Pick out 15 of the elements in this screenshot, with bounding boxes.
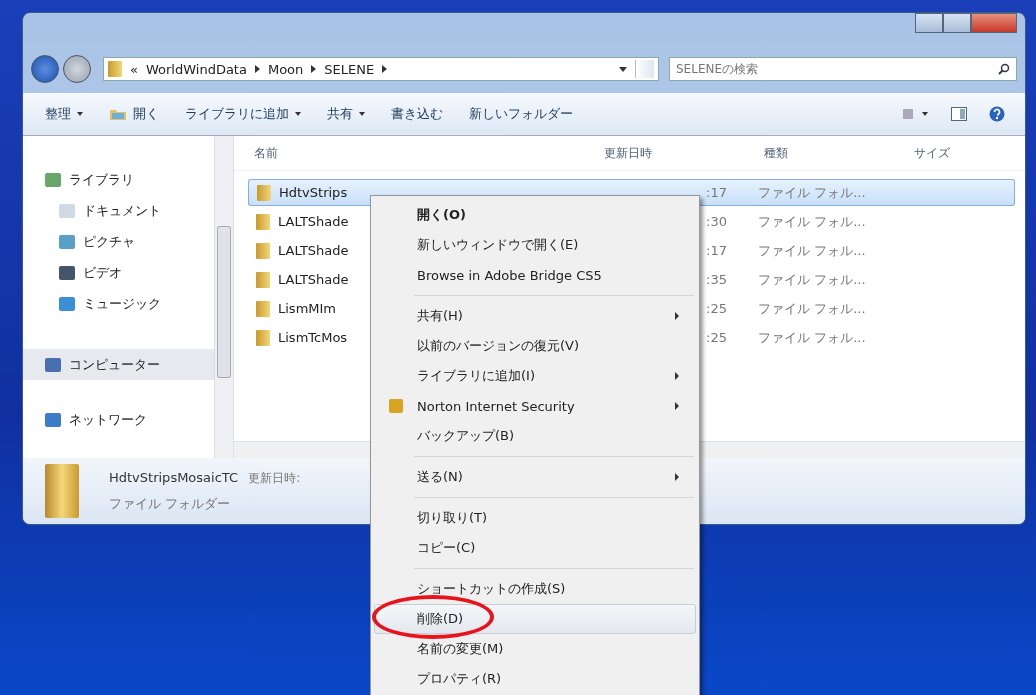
date-cell-text: :25 xyxy=(705,329,728,347)
type-cell-text: ファイル フォル... xyxy=(758,299,867,318)
file-type: ファイル フォルダー xyxy=(109,494,232,513)
date-cell-text: :30 xyxy=(705,213,728,231)
type-cell-text: ファイル フォル... xyxy=(758,212,867,231)
file-name: HdtvStripsMosaicTC xyxy=(109,469,239,485)
date-cell-text: :17 xyxy=(705,242,728,260)
meta-label: 更新日時: xyxy=(248,470,301,485)
date-cell-text: :25 xyxy=(705,300,728,318)
type-cell: ファイル フォル... xyxy=(758,179,1015,206)
date-cell: :17 xyxy=(702,179,758,206)
type-cell-text: ファイル フォル... xyxy=(758,270,867,289)
type-cell-text: ファイル フォル... xyxy=(758,328,867,347)
date-cell-text: :35 xyxy=(705,271,728,289)
type-cell-text: ファイル フォル... xyxy=(758,241,867,260)
